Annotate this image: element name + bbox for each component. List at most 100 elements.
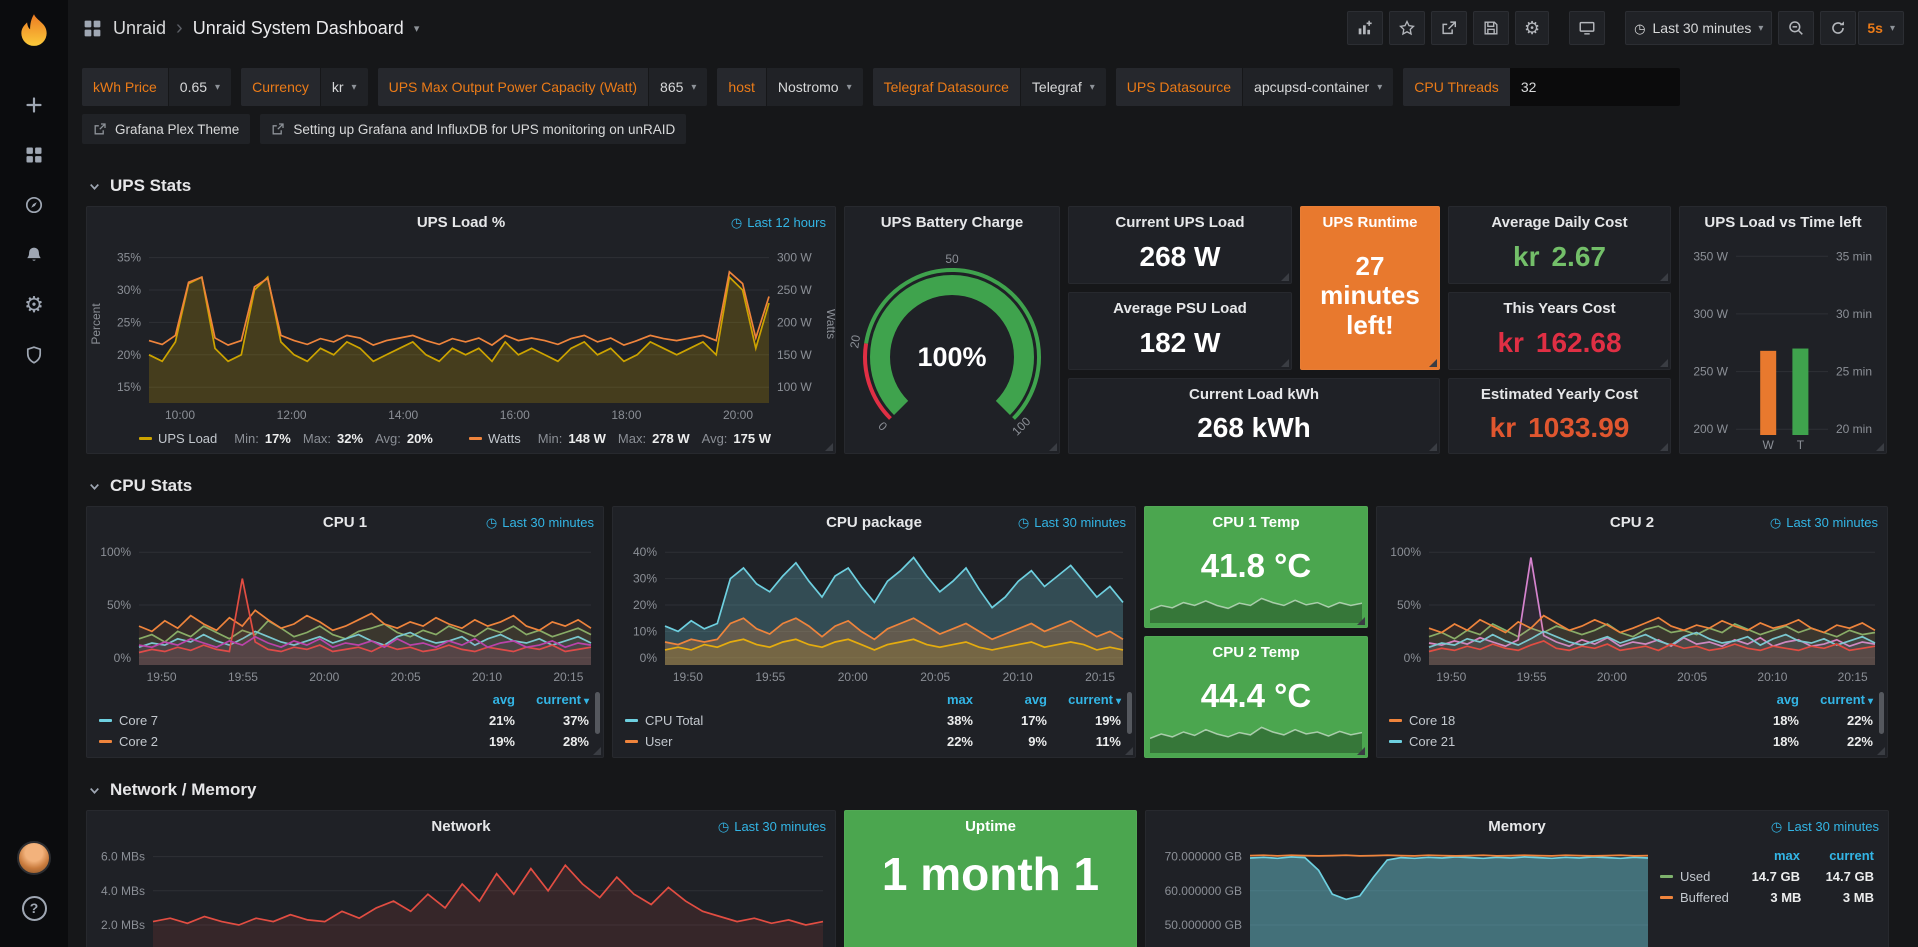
- panel-title[interactable]: UPS Load %: [417, 214, 505, 231]
- share-button[interactable]: [1431, 11, 1467, 45]
- variable-host[interactable]: hostNostromo▾: [717, 68, 862, 106]
- variable-value[interactable]: 0.65▾: [168, 68, 231, 106]
- legend-series-name[interactable]: Core 7: [119, 713, 158, 728]
- legend-series-name[interactable]: Buffered: [1680, 890, 1729, 905]
- panel-title[interactable]: Memory: [1488, 818, 1546, 835]
- legend-value: 9%: [973, 734, 1047, 749]
- sidebar-item-alerting[interactable]: [0, 230, 68, 280]
- variable-input[interactable]: [1510, 68, 1680, 106]
- refresh-button[interactable]: [1820, 11, 1856, 45]
- grafana-logo[interactable]: [11, 12, 57, 58]
- dashboard-settings-button[interactable]: ⚙: [1515, 11, 1549, 45]
- dashboard-title[interactable]: Unraid System Dashboard: [193, 18, 404, 39]
- sidebar-item-profile[interactable]: [0, 833, 68, 883]
- panel-title[interactable]: CPU 1 Temp: [1212, 514, 1299, 531]
- svg-text:60.000000 GB: 60.000000 GB: [1165, 884, 1242, 898]
- legend-row[interactable]: Used14.7 GB14.7 GB: [1660, 866, 1874, 887]
- cycle-view-button[interactable]: [1569, 11, 1605, 45]
- legend-series-name[interactable]: Core 21: [1409, 734, 1455, 749]
- time-range-picker[interactable]: ◷ Last 30 minutes ▾: [1625, 11, 1772, 45]
- panel-title[interactable]: Estimated Yearly Cost: [1481, 386, 1638, 403]
- legend-row[interactable]: Core 721%37%: [99, 710, 589, 731]
- variable-value[interactable]: apcupsd-container▾: [1242, 68, 1393, 106]
- variables-row: kWh Price0.65▾ Currencykr▾ UPS Max Output …: [82, 68, 1904, 106]
- variable-ups-max-output-power-capacity-watt-[interactable]: UPS Max Output Power Capacity (Watt)865▾: [378, 68, 708, 106]
- legend-series-name[interactable]: Core 2: [119, 734, 158, 749]
- panel-title[interactable]: Average PSU Load: [1113, 300, 1247, 317]
- add-panel-button[interactable]: [1347, 11, 1383, 45]
- refresh-interval-picker[interactable]: 5s ▾: [1858, 11, 1904, 45]
- legend-column-header[interactable]: current▾: [1047, 692, 1121, 707]
- panel-title[interactable]: Network: [431, 818, 490, 835]
- sidebar-item-server-admin[interactable]: [0, 330, 68, 380]
- legend-series-name[interactable]: UPS Load: [158, 431, 217, 446]
- panel-title[interactable]: CPU 1: [323, 514, 367, 531]
- legend-item[interactable]: UPS LoadMin:17%Max:32%Avg:20%: [139, 431, 433, 446]
- legend-row[interactable]: Core 2118%22%: [1389, 731, 1873, 752]
- variable-value[interactable]: Telegraf▾: [1020, 68, 1106, 106]
- row-header-ups-stats[interactable]: UPS Stats: [86, 166, 1918, 206]
- dashboard-link[interactable]: Grafana Plex Theme: [82, 114, 250, 144]
- variable-currency[interactable]: Currencykr▾: [241, 68, 368, 106]
- legend-series-name[interactable]: Used: [1680, 869, 1710, 884]
- legend-row[interactable]: Core 1818%22%: [1389, 710, 1873, 731]
- variable-kwh-price[interactable]: kWh Price0.65▾: [82, 68, 231, 106]
- cpu2-graph[interactable]: 0%50%100%19:5019:5520:0020:0520:1020:15: [1377, 537, 1887, 687]
- legend-scrollbar[interactable]: [1879, 692, 1884, 734]
- sidebar-item-help[interactable]: ?: [0, 883, 68, 933]
- legend-series-name[interactable]: Core 18: [1409, 713, 1455, 728]
- panel-title[interactable]: UPS Load vs Time left: [1704, 214, 1861, 231]
- legend-column-header[interactable]: max: [899, 692, 973, 707]
- sidebar-item-explore[interactable]: [0, 180, 68, 230]
- legend-series-name[interactable]: User: [645, 734, 672, 749]
- panel-title[interactable]: Average Daily Cost: [1491, 214, 1627, 231]
- panel-title[interactable]: CPU 2 Temp: [1212, 644, 1299, 661]
- legend-row[interactable]: User22%9%11%: [625, 731, 1121, 752]
- panel-title[interactable]: UPS Battery Charge: [881, 214, 1024, 231]
- cpu1-graph[interactable]: 0%50%100%19:5019:5520:0020:0520:1020:15: [87, 537, 603, 687]
- legend-series-name[interactable]: CPU Total: [645, 713, 703, 728]
- legend-column-header[interactable]: max: [1726, 848, 1800, 863]
- variable-ups-datasource[interactable]: UPS Datasourceapcupsd-container▾: [1116, 68, 1394, 106]
- panel-title[interactable]: Uptime: [965, 818, 1016, 835]
- sidebar-item-configuration[interactable]: ⚙: [0, 280, 68, 330]
- legend-row[interactable]: Core 219%28%: [99, 731, 589, 752]
- variable-telegraf-datasource[interactable]: Telegraf DatasourceTelegraf▾: [873, 68, 1106, 106]
- legend-row[interactable]: CPU Total38%17%19%: [625, 710, 1121, 731]
- legend-series-name[interactable]: Watts: [488, 431, 521, 446]
- panel-title[interactable]: Current UPS Load: [1115, 214, 1244, 231]
- star-button[interactable]: [1389, 11, 1425, 45]
- sidebar-item-create[interactable]: [0, 80, 68, 130]
- legend-column-header[interactable]: avg: [441, 692, 515, 707]
- title-caret-down-icon[interactable]: ▾: [414, 22, 420, 35]
- variable-value[interactable]: 865▾: [648, 68, 707, 106]
- variable-cpu-threads[interactable]: CPU Threads: [1403, 68, 1680, 106]
- network-graph[interactable]: 2.0 MBs4.0 MBs6.0 MBs: [87, 841, 835, 947]
- breadcrumb-app[interactable]: Unraid: [113, 18, 166, 39]
- panel-title[interactable]: CPU package: [826, 514, 922, 531]
- legend-row[interactable]: Buffered3 MB3 MB: [1660, 887, 1874, 908]
- dashboard-link[interactable]: Setting up Grafana and InfluxDB for UPS …: [260, 114, 686, 144]
- legend-column-header[interactable]: avg: [973, 692, 1047, 707]
- variable-value[interactable]: kr▾: [320, 68, 368, 106]
- save-button[interactable]: [1473, 11, 1509, 45]
- row-header-cpu-stats[interactable]: CPU Stats: [86, 466, 1918, 506]
- legend-column-header[interactable]: current: [1800, 848, 1874, 863]
- legend-column-header[interactable]: avg: [1725, 692, 1799, 707]
- sidebar-item-dashboards[interactable]: [0, 130, 68, 180]
- legend-column-header[interactable]: current▾: [515, 692, 589, 707]
- legend-column-header[interactable]: current▾: [1799, 692, 1873, 707]
- legend-scrollbar[interactable]: [595, 692, 600, 734]
- panel-title[interactable]: CPU 2: [1610, 514, 1654, 531]
- row-header-network-memory[interactable]: Network / Memory: [86, 770, 1918, 810]
- legend-scrollbar[interactable]: [1127, 692, 1132, 734]
- variable-value[interactable]: Nostromo▾: [766, 68, 863, 106]
- ups-load-graph[interactable]: 15%100 W20%150 W25%200 W30%250 W35%300 W…: [87, 237, 835, 425]
- zoom-out-button[interactable]: [1778, 11, 1814, 45]
- cpu-package-graph[interactable]: 0%10%20%30%40%19:5019:5520:0020:0520:102…: [613, 537, 1135, 687]
- panel-title[interactable]: Current Load kWh: [1189, 386, 1319, 403]
- legend-item[interactable]: WattsMin:148 WMax:278 WAvg:175 W: [469, 431, 771, 446]
- panel-title[interactable]: This Years Cost: [1503, 300, 1615, 317]
- panel-title[interactable]: UPS Runtime: [1322, 214, 1417, 231]
- memory-graph[interactable]: 50.000000 GB60.000000 GB70.000000 GB: [1146, 841, 1660, 947]
